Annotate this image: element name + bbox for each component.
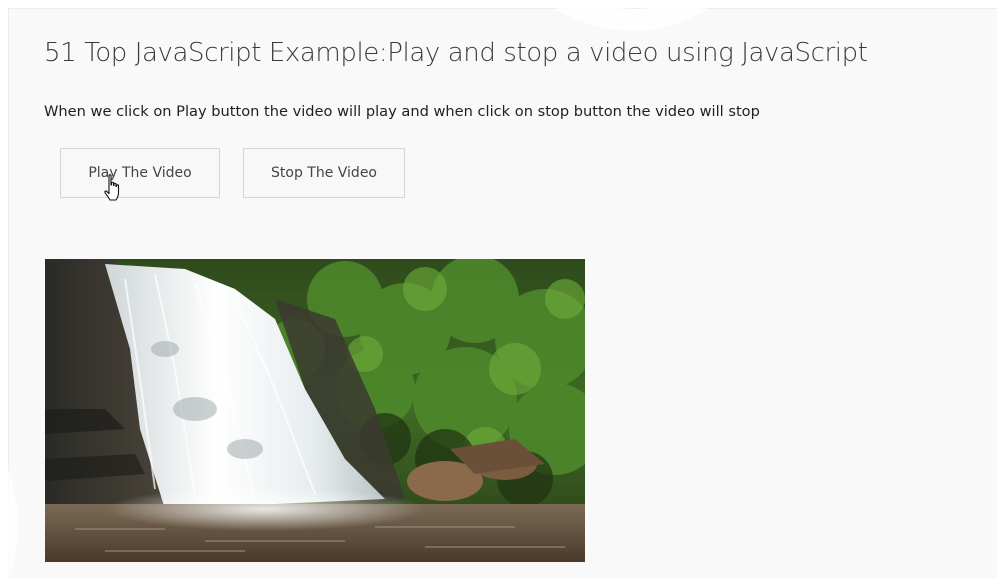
video-player[interactable] [45,259,585,562]
play-video-button[interactable]: Play The Video [60,148,220,198]
page-title: 51 Top JavaScript Example:Play and stop … [44,38,868,68]
video-frame-waterfall [45,259,585,562]
stop-video-button[interactable]: Stop The Video [243,148,405,198]
page-description: When we click on Play button the video w… [44,103,760,120]
